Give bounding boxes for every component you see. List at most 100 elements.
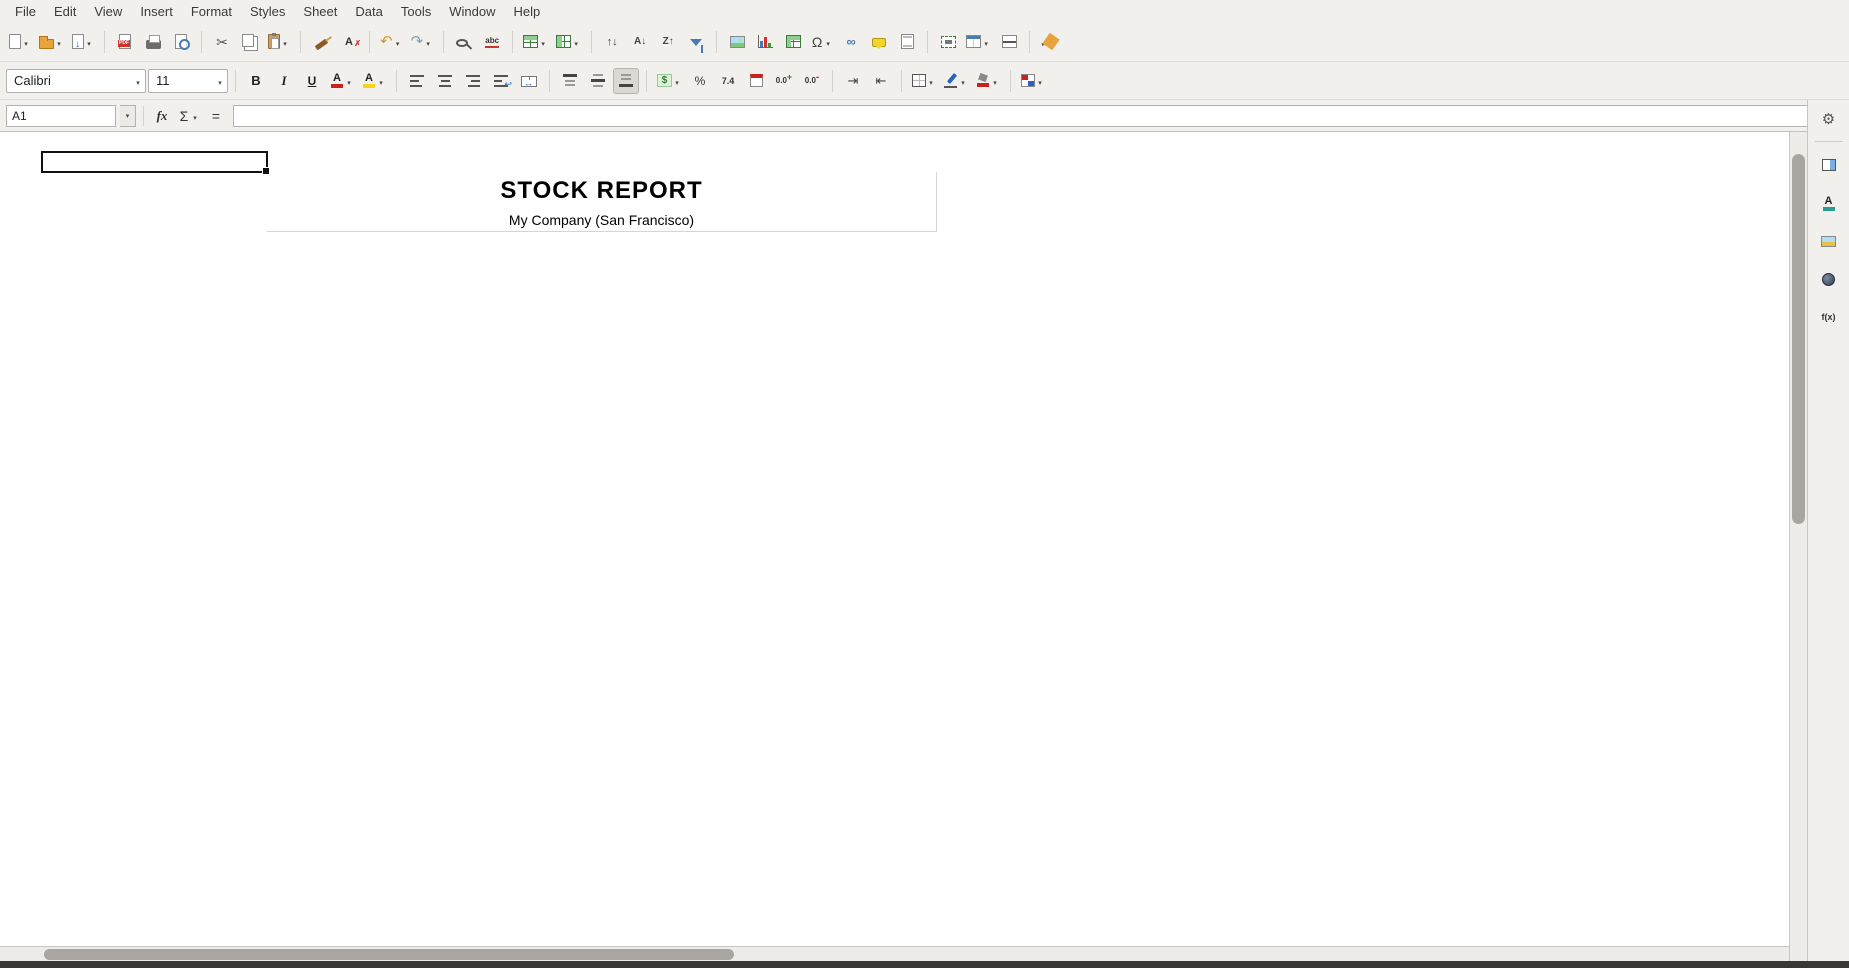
spelling-button[interactable]: abc	[479, 29, 505, 55]
properties-tab[interactable]	[1814, 150, 1844, 180]
menu-format[interactable]: Format	[182, 2, 241, 21]
menu-data[interactable]: Data	[346, 2, 391, 21]
align-center-button[interactable]	[432, 68, 458, 94]
highlight-color-button[interactable]: A	[359, 68, 389, 94]
center-vertically-button[interactable]	[585, 68, 611, 94]
headers-footers-button[interactable]	[894, 29, 920, 55]
menu-file[interactable]: File	[6, 2, 45, 21]
clear-formatting-button[interactable]: A	[336, 29, 362, 55]
menu-insert[interactable]: Insert	[131, 2, 182, 21]
border-style-button[interactable]	[941, 68, 971, 94]
menu-window[interactable]: Window	[440, 2, 504, 21]
italic-button[interactable]: I	[271, 68, 297, 94]
menu-styles[interactable]: Styles	[241, 2, 294, 21]
increase-indent-button[interactable]: ⇥	[840, 68, 866, 94]
print-preview-button[interactable]	[168, 29, 194, 55]
define-print-area-button[interactable]	[935, 29, 961, 55]
font-color-button-dropdown[interactable]	[344, 72, 354, 90]
menu-edit[interactable]: Edit	[45, 2, 85, 21]
insert-columns-before-button[interactable]	[553, 29, 584, 55]
font-name-combo-dropdown[interactable]	[133, 73, 143, 88]
select-sum-button[interactable]: Σ	[175, 105, 203, 127]
open-button-dropdown[interactable]	[54, 33, 64, 51]
conditional-formatting-button-dropdown[interactable]	[1035, 72, 1045, 90]
font-size-combo[interactable]: 11	[148, 69, 228, 93]
name-box[interactable]: A1	[6, 105, 116, 127]
vertical-scrollbar[interactable]	[1789, 132, 1807, 961]
show-draw-functions-button[interactable]	[1037, 29, 1065, 55]
currency-format-button[interactable]: $	[654, 68, 685, 94]
sidebar-settings-button[interactable]: ⚙	[1814, 105, 1844, 135]
background-color-button[interactable]	[973, 68, 1003, 94]
copy-button[interactable]	[237, 29, 263, 55]
special-character-button-dropdown[interactable]	[823, 33, 833, 51]
export-pdf-button[interactable]	[112, 29, 138, 55]
sort-ascending-button[interactable]: A↓	[627, 29, 653, 55]
insert-image-button[interactable]	[724, 29, 750, 55]
new-button[interactable]	[6, 29, 34, 55]
save-button[interactable]	[69, 29, 97, 55]
menu-view[interactable]: View	[85, 2, 131, 21]
decrease-indent-button[interactable]: ⇤	[868, 68, 894, 94]
insert-rows-above-button-dropdown[interactable]	[538, 33, 548, 51]
horizontal-scrollbar[interactable]	[0, 946, 1789, 961]
bold-button[interactable]: B	[243, 68, 269, 94]
save-button-dropdown[interactable]	[84, 33, 94, 51]
hyperlink-button[interactable]: ∞	[838, 29, 864, 55]
functions-tab[interactable]: f(x)	[1814, 302, 1844, 332]
date-format-button[interactable]	[743, 68, 769, 94]
insert-chart-button[interactable]	[752, 29, 778, 55]
menu-sheet[interactable]: Sheet	[294, 2, 346, 21]
border-style-button-dropdown[interactable]	[958, 72, 968, 90]
font-size-combo-dropdown[interactable]	[215, 73, 225, 88]
find-replace-button[interactable]	[451, 29, 477, 55]
redo-button-dropdown[interactable]	[423, 33, 433, 51]
split-window-button[interactable]	[996, 29, 1022, 55]
add-decimal-button[interactable]: 0.0	[771, 68, 797, 94]
insert-comment-button[interactable]	[866, 29, 892, 55]
print-button[interactable]	[140, 29, 166, 55]
align-top-button[interactable]	[557, 68, 583, 94]
merge-cells-button[interactable]	[516, 68, 542, 94]
align-bottom-button[interactable]	[613, 68, 639, 94]
align-right-button[interactable]	[460, 68, 486, 94]
autofilter-button[interactable]	[683, 29, 709, 55]
paste-button-dropdown[interactable]	[280, 33, 290, 51]
undo-button-dropdown[interactable]	[393, 33, 403, 51]
insert-columns-before-button-dropdown[interactable]	[571, 33, 581, 51]
borders-button-dropdown[interactable]	[926, 72, 936, 90]
function-wizard-button[interactable]: fx	[151, 105, 173, 127]
freeze-panes-button[interactable]	[963, 29, 994, 55]
number-format-button[interactable]: 7.4	[715, 68, 741, 94]
select-sum-button-dropdown[interactable]	[190, 107, 200, 125]
percent-format-button[interactable]: %	[687, 68, 713, 94]
undo-button[interactable]: ↶	[377, 29, 406, 55]
freeze-panes-button-dropdown[interactable]	[981, 33, 991, 51]
formula-input-field[interactable]	[233, 105, 1821, 127]
sort-descending-button[interactable]: Z↑	[655, 29, 681, 55]
formula-button[interactable]: =	[205, 105, 227, 127]
menu-help[interactable]: Help	[504, 2, 549, 21]
clone-formatting-button[interactable]	[308, 29, 334, 55]
currency-format-button-dropdown[interactable]	[672, 72, 682, 90]
horizontal-scrollbar-thumb[interactable]	[44, 949, 734, 960]
paste-button[interactable]	[265, 29, 293, 55]
insert-rows-above-button[interactable]	[520, 29, 551, 55]
align-left-button[interactable]	[404, 68, 430, 94]
styles-tab[interactable]: A	[1814, 188, 1844, 218]
name-box-dropdown[interactable]	[120, 105, 136, 127]
conditional-formatting-button[interactable]	[1018, 68, 1048, 94]
delete-decimal-button[interactable]: 0.0	[799, 68, 825, 94]
special-character-button[interactable]: Ω	[808, 29, 836, 55]
wrap-text-button[interactable]	[488, 68, 514, 94]
new-button-dropdown[interactable]	[21, 33, 31, 51]
redo-button[interactable]: ↷	[408, 29, 437, 55]
underline-button[interactable]: U	[299, 68, 325, 94]
open-button[interactable]	[36, 29, 67, 55]
font-color-button[interactable]: A	[327, 68, 357, 94]
highlight-color-button-dropdown[interactable]	[376, 72, 386, 90]
merged-title-cell[interactable]: STOCK REPORT My Company (San Francisco)	[267, 172, 937, 232]
insert-pivot-table-button[interactable]	[780, 29, 806, 55]
gallery-tab[interactable]	[1814, 226, 1844, 256]
sort-button[interactable]: ↑↓	[599, 29, 625, 55]
